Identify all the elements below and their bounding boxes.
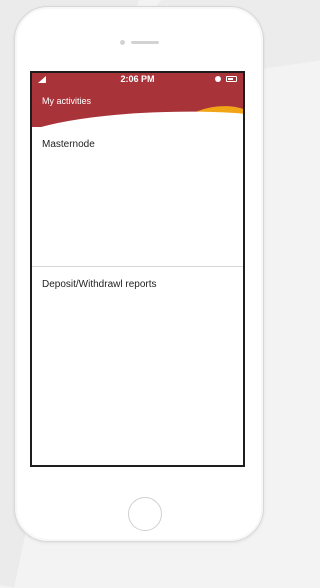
status-bar: 2:06 PM <box>32 73 243 87</box>
status-time: 2:06 PM <box>120 74 155 84</box>
alarm-icon <box>215 76 221 82</box>
phone-screen: 2:06 PM My activities Masternode Deposit… <box>30 71 245 467</box>
earpiece-speaker <box>131 41 159 44</box>
phone-frame: 2:06 PM My activities Masternode Deposit… <box>14 6 264 542</box>
section-masternode[interactable]: Masternode <box>32 127 243 267</box>
front-camera <box>120 40 125 45</box>
section-label: Masternode <box>42 139 95 150</box>
home-button[interactable] <box>128 497 162 531</box>
app-header: 2:06 PM My activities <box>32 73 243 127</box>
page-title: My activities <box>42 96 92 106</box>
section-deposit-withdrawl-reports[interactable]: Deposit/Withdrawl reports <box>32 267 243 465</box>
section-label: Deposit/Withdrawl reports <box>42 279 157 290</box>
battery-icon <box>226 76 237 82</box>
